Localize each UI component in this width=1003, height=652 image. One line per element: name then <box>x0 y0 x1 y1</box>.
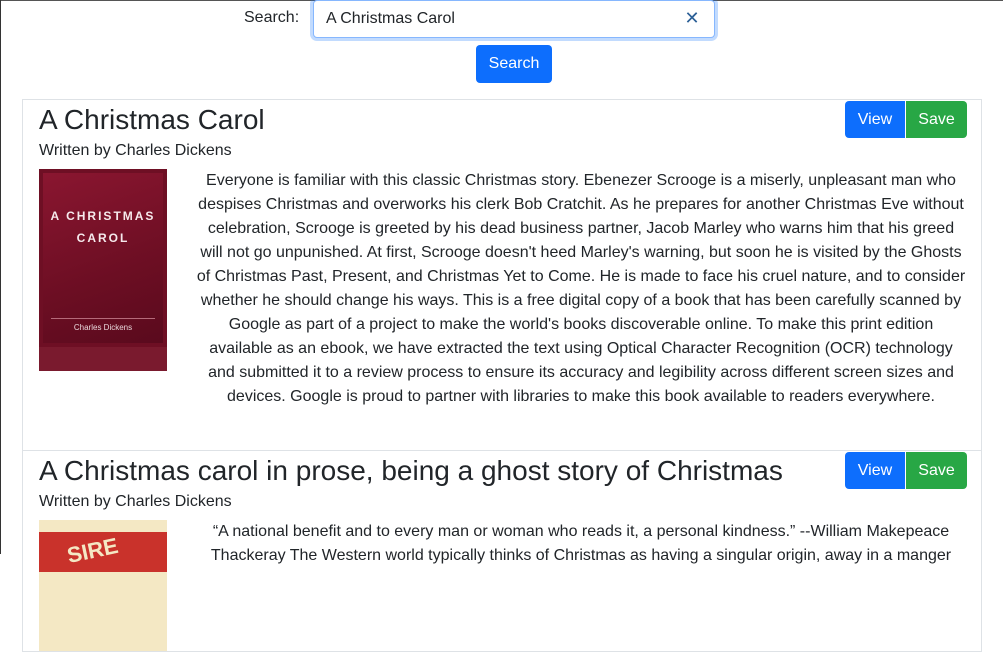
book-cover-image: SIRE <box>39 520 167 651</box>
view-button[interactable]: View <box>845 101 905 138</box>
book-card: A Christmas Carol View Save Written by C… <box>22 99 982 451</box>
cover-title-line1: A CHRISTMAS <box>50 209 156 223</box>
book-title: A Christmas Carol <box>39 104 265 135</box>
cover-title-line2: CAROL <box>76 231 130 245</box>
search-bar: Search: ✕ Search <box>0 0 1003 100</box>
view-button[interactable]: View <box>845 452 905 489</box>
book-description: Everyone is familiar with this classic C… <box>196 172 966 405</box>
book-author: Written by Charles Dickens <box>39 142 232 159</box>
book-title: A Christmas carol in prose, being a ghos… <box>39 455 783 486</box>
search-button[interactable]: Search <box>476 45 552 83</box>
save-button[interactable]: Save <box>906 452 967 489</box>
clear-search-icon[interactable]: ✕ <box>684 9 700 27</box>
results-list: A Christmas Carol View Save Written by C… <box>22 99 982 652</box>
search-input-wrapper: ✕ <box>313 0 715 38</box>
search-input[interactable] <box>326 8 666 30</box>
cover-author: Charles Dickens <box>73 323 133 332</box>
book-cover-image: A CHRISTMAS CAROL Charles Dickens <box>39 169 167 371</box>
cover-footer <box>39 347 167 371</box>
book-description: “A national benefit and to every man or … <box>210 523 952 564</box>
cover-rule <box>51 318 155 319</box>
save-button[interactable]: Save <box>906 101 967 138</box>
book-card: A Christmas carol in prose, being a ghos… <box>22 451 982 652</box>
book-author: Written by Charles Dickens <box>39 493 232 510</box>
search-label: Search: <box>244 9 300 26</box>
